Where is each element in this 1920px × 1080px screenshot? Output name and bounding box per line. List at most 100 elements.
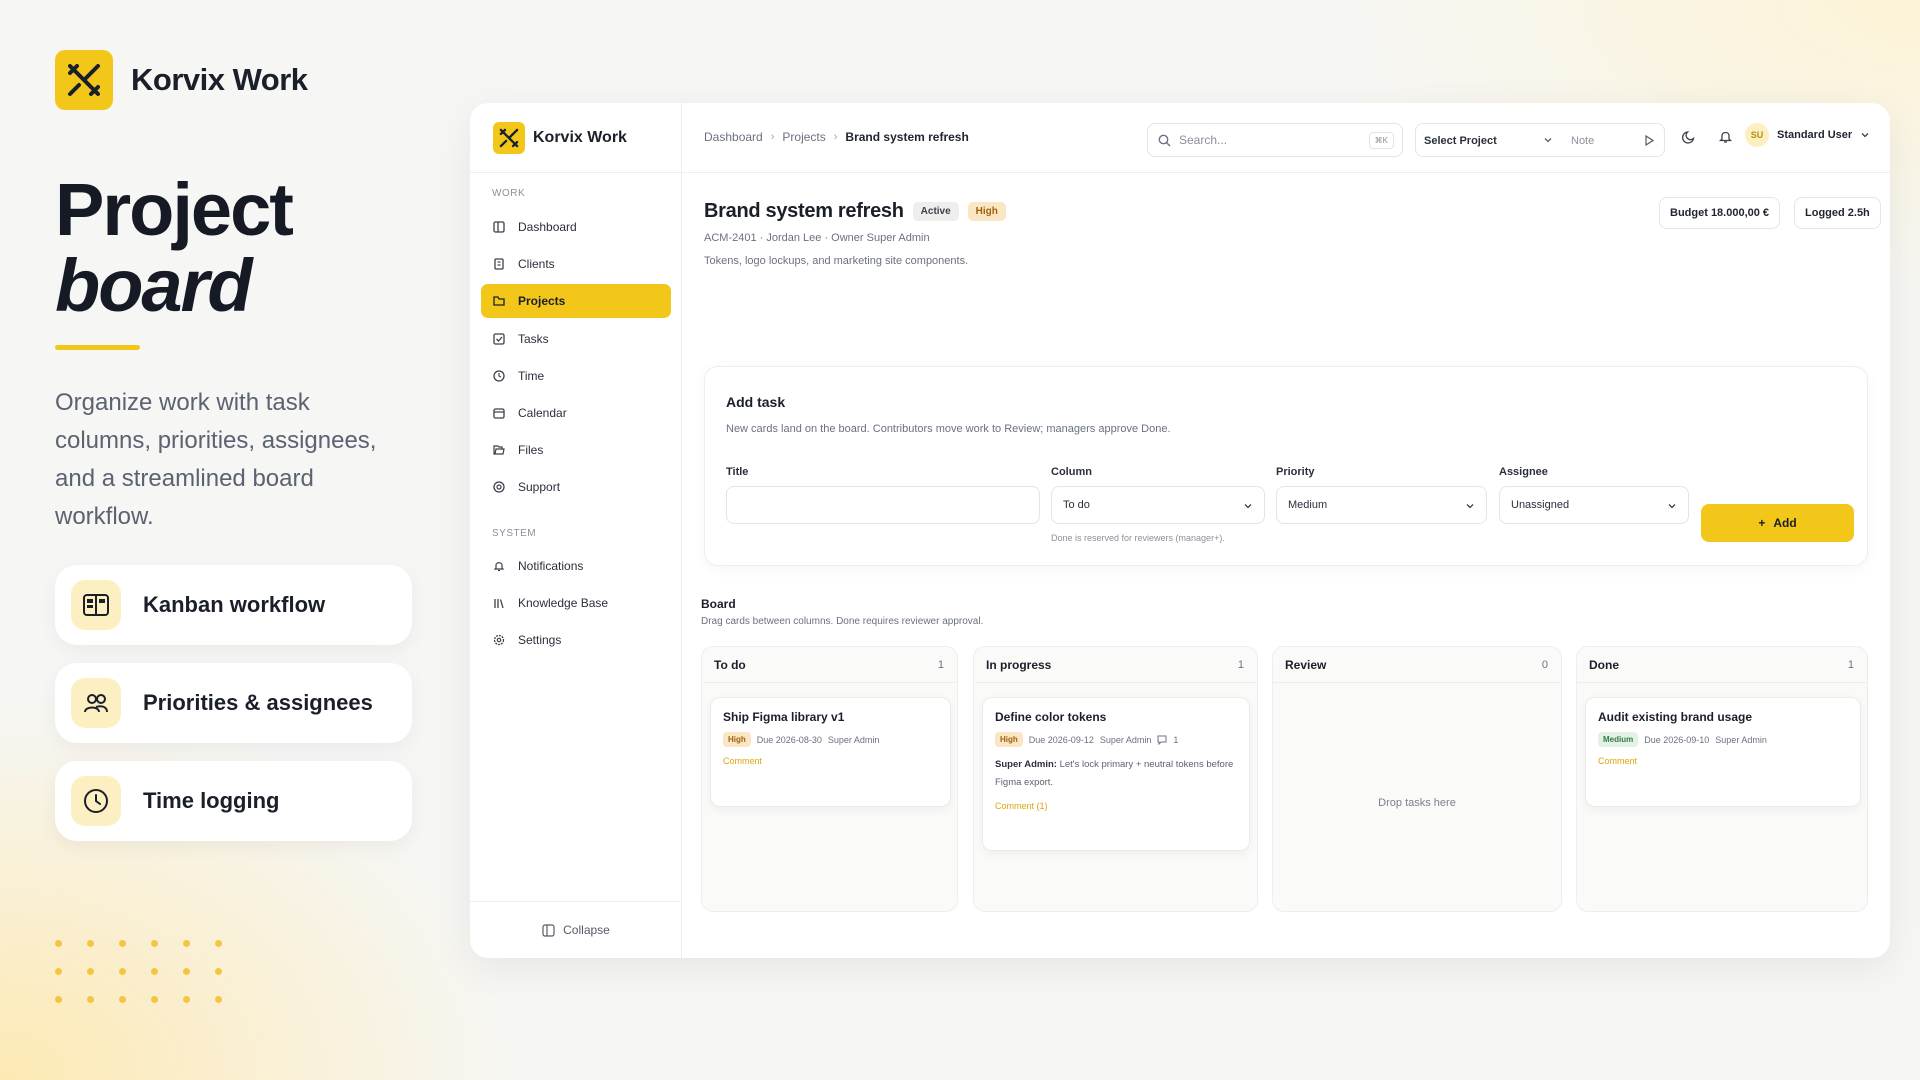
- lifebuoy-icon: [492, 480, 506, 494]
- task-meta: High Due 2026-08-30 Super Admin: [723, 732, 938, 747]
- column-label: Column: [1051, 466, 1092, 478]
- column-header: To do 1: [702, 647, 957, 683]
- board-column-in-progress: In progress 1 Define color tokens High D…: [973, 646, 1258, 912]
- column-name: To do: [714, 657, 746, 672]
- column-header: Done 1: [1577, 647, 1867, 683]
- column-header: Review 0: [1273, 647, 1561, 683]
- feature-label: Time logging: [143, 788, 280, 813]
- add-task-card: Add task New cards land on the board. Co…: [704, 366, 1868, 566]
- assignee-label: Assignee: [1499, 466, 1548, 478]
- marketing-brand-name: Korvix Work: [131, 62, 308, 97]
- budget-pill: Budget 18.000,00 €: [1659, 197, 1781, 229]
- feature-card-kanban: Kanban workflow: [55, 565, 412, 645]
- folder-open-icon: [492, 443, 506, 457]
- priority-select[interactable]: Medium: [1276, 486, 1487, 524]
- project-timer: Select Project Note: [1415, 123, 1665, 157]
- add-task-button[interactable]: + Add: [1701, 504, 1854, 542]
- task-card[interactable]: Audit existing brand usage Medium Due 20…: [1585, 697, 1861, 807]
- decorative-dots: [55, 940, 222, 1003]
- assignee-select[interactable]: Unassigned: [1499, 486, 1689, 524]
- hero-title-line1: Project: [55, 168, 294, 251]
- add-button-label: Add: [1773, 516, 1797, 530]
- moon-icon[interactable]: [1682, 129, 1697, 144]
- drop-zone[interactable]: Drop tasks here: [1273, 797, 1561, 809]
- sidebar-item-label: Projects: [518, 294, 566, 308]
- project-description: Tokens, logo lockups, and marketing site…: [704, 255, 969, 267]
- title-input[interactable]: [726, 486, 1040, 524]
- sidebar-item-projects[interactable]: Projects: [481, 284, 671, 318]
- breadcrumb-projects[interactable]: Projects: [782, 130, 825, 144]
- column-name: Done: [1589, 657, 1619, 672]
- main-content: Brand system refresh Active High ACM-240…: [682, 173, 1890, 958]
- user-menu[interactable]: SU Standard User: [1745, 123, 1870, 147]
- column-select[interactable]: To do: [1051, 486, 1265, 524]
- korvix-logo-icon: [493, 121, 525, 154]
- sidebar-item-notifications[interactable]: Notifications: [481, 549, 671, 583]
- chevron-down-icon[interactable]: [1543, 135, 1553, 145]
- sidebar-item-label: Support: [518, 480, 561, 494]
- comment-link[interactable]: Comment (1): [995, 801, 1237, 811]
- column-hint: Done is reserved for reviewers (manager+…: [1051, 533, 1225, 543]
- sidebar-item-label: Clients: [518, 257, 555, 271]
- latest-comment: Super Admin: Let's lock primary + neutra…: [995, 756, 1237, 792]
- column-name: In progress: [986, 657, 1052, 672]
- task-card[interactable]: Define color tokens High Due 2026-09-12 …: [982, 697, 1250, 851]
- board-column-done: Done 1 Audit existing brand usage Medium…: [1576, 646, 1868, 912]
- sidebar-section-work: WORK: [492, 188, 526, 199]
- sidebar-item-support[interactable]: Support: [481, 470, 671, 504]
- task-meta: Medium Due 2026-09-10 Super Admin: [1598, 732, 1848, 747]
- sidebar-item-label: Knowledge Base: [518, 596, 609, 610]
- priority-badge: High: [967, 202, 1006, 221]
- column-select-value: To do: [1063, 499, 1090, 511]
- column-count: 1: [937, 658, 944, 671]
- comment-link[interactable]: Comment: [723, 756, 938, 766]
- clock-icon: [492, 369, 506, 383]
- project-meta: ACM-2401 · Jordan Lee · Owner Super Admi…: [704, 232, 930, 244]
- search-input[interactable]: Search... ⌘K: [1147, 123, 1403, 157]
- task-card[interactable]: Ship Figma library v1 High Due 2026-08-3…: [710, 697, 951, 807]
- add-task-heading: Add task: [726, 394, 786, 410]
- sidebar-item-knowledge-base[interactable]: Knowledge Base: [481, 586, 671, 620]
- priority-select-value: Medium: [1288, 499, 1328, 511]
- sidebar-item-label: Files: [518, 443, 544, 457]
- sidebar-item-settings[interactable]: Settings: [481, 623, 671, 657]
- topbar: Dashboard › Projects › Brand system refr…: [682, 103, 1890, 173]
- sidebar-brand[interactable]: Korvix Work: [470, 103, 681, 173]
- sidebar-item-clients[interactable]: Clients: [481, 247, 671, 281]
- sidebar-item-dashboard[interactable]: Dashboard: [481, 210, 671, 244]
- folder-icon: [492, 294, 506, 308]
- sidebar-item-files[interactable]: Files: [481, 433, 671, 467]
- sidebar-item-calendar[interactable]: Calendar: [481, 396, 671, 430]
- sidebar-collapse-button[interactable]: Collapse: [470, 901, 682, 958]
- comment-link[interactable]: Comment: [1598, 756, 1848, 766]
- column-count: 1: [1847, 658, 1854, 671]
- sidebar-item-label: Notifications: [518, 559, 584, 573]
- task-assignee: Super Admin: [827, 734, 880, 745]
- bell-icon[interactable]: [1718, 129, 1733, 144]
- chevron-right-icon: ›: [770, 131, 775, 143]
- avatar: SU: [1745, 123, 1769, 147]
- sidebar-item-tasks[interactable]: Tasks: [481, 322, 671, 356]
- priority-badge: Medium: [1598, 732, 1639, 747]
- search-icon: [1158, 134, 1171, 147]
- board-subtitle: Drag cards between columns. Done require…: [701, 616, 984, 627]
- clock-icon: [71, 776, 121, 826]
- select-project-dropdown[interactable]: Select Project: [1424, 135, 1497, 147]
- sidebar-item-label: Settings: [518, 633, 562, 647]
- feature-label: Priorities & assignees: [143, 690, 373, 715]
- chevron-down-icon: [1243, 501, 1253, 511]
- logged-pill: Logged 2.5h: [1794, 197, 1881, 229]
- checkbox-icon: [492, 332, 506, 346]
- kanban-icon: [71, 580, 121, 630]
- user-name: Standard User: [1777, 129, 1853, 141]
- play-icon[interactable]: [1644, 135, 1654, 146]
- sidebar-item-time[interactable]: Time: [481, 359, 671, 393]
- note-input[interactable]: Note: [1571, 135, 1594, 147]
- sidebar-item-label: Dashboard: [518, 220, 577, 234]
- column-name: Review: [1285, 657, 1327, 672]
- breadcrumb-dashboard[interactable]: Dashboard: [704, 130, 763, 144]
- task-due: Due 2026-09-10: [1644, 734, 1710, 745]
- hero-title: Project board: [55, 172, 294, 324]
- comment-count: 1: [1173, 734, 1179, 745]
- page-title: Brand system refresh: [704, 200, 904, 222]
